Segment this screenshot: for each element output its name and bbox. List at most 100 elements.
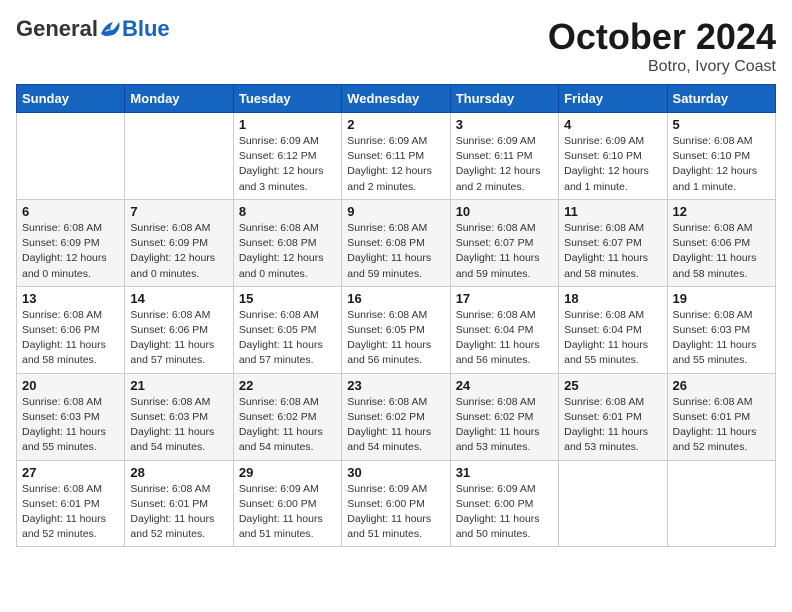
calendar-cell: 21 Sunrise: 6:08 AM Sunset: 6:03 PM Dayli…: [125, 373, 233, 460]
calendar-cell: 22 Sunrise: 6:08 AM Sunset: 6:02 PM Dayli…: [233, 373, 341, 460]
calendar-cell: 5Sunrise: 6:08 AM Sunset: 6:10 PM Daylig…: [667, 113, 775, 200]
calendar-cell: 27 Sunrise: 6:08 AM Sunset: 6:01 PM Dayli…: [17, 460, 125, 547]
calendar-cell: 4 Sunrise: 6:09 AM Sunset: 6:10 PM Daylig…: [559, 113, 667, 200]
logo: General Blue: [16, 16, 170, 42]
day-info: Sunrise: 6:08 AM Sunset: 6:02 PM Dayligh…: [239, 395, 336, 456]
day-info: Sunrise: 6:08 AM Sunset: 6:02 PM Dayligh…: [456, 395, 553, 456]
day-number: 4: [564, 117, 661, 132]
calendar-table: SundayMondayTuesdayWednesdayThursdayFrid…: [16, 84, 776, 547]
day-info: Sunrise: 6:08 AM Sunset: 6:04 PM Dayligh…: [456, 308, 553, 369]
calendar-week-row: 6 Sunrise: 6:08 AM Sunset: 6:09 PM Daylig…: [17, 199, 776, 286]
day-number: 1: [239, 117, 336, 132]
day-info: Sunrise: 6:08 AM Sunset: 6:07 PM Dayligh…: [564, 221, 661, 282]
day-number: 13: [22, 291, 119, 306]
calendar-cell: 18Sunrise: 6:08 AM Sunset: 6:04 PM Dayli…: [559, 286, 667, 373]
calendar-week-row: 20Sunrise: 6:08 AM Sunset: 6:03 PM Dayli…: [17, 373, 776, 460]
calendar-cell: 28 Sunrise: 6:08 AM Sunset: 6:01 PM Dayli…: [125, 460, 233, 547]
day-number: 12: [673, 204, 770, 219]
day-info: Sunrise: 6:09 AM Sunset: 6:00 PM Dayligh…: [456, 482, 553, 543]
calendar-cell: [125, 113, 233, 200]
day-number: 31: [456, 465, 553, 480]
calendar-cell: 9 Sunrise: 6:08 AM Sunset: 6:08 PM Daylig…: [342, 199, 450, 286]
day-number: 14: [130, 291, 227, 306]
day-number: 27: [22, 465, 119, 480]
location-subtitle: Botro, Ivory Coast: [548, 58, 776, 76]
day-info: Sunrise: 6:09 AM Sunset: 6:12 PM Dayligh…: [239, 134, 336, 195]
day-info: Sunrise: 6:08 AM Sunset: 6:09 PM Dayligh…: [22, 221, 119, 282]
day-number: 23: [347, 378, 444, 393]
calendar-cell: 31 Sunrise: 6:09 AM Sunset: 6:00 PM Dayli…: [450, 460, 558, 547]
calendar-cell: 10Sunrise: 6:08 AM Sunset: 6:07 PM Dayli…: [450, 199, 558, 286]
calendar-cell: 11Sunrise: 6:08 AM Sunset: 6:07 PM Dayli…: [559, 199, 667, 286]
title-block: October 2024 Botro, Ivory Coast: [548, 16, 776, 76]
day-number: 21: [130, 378, 227, 393]
calendar-cell: 12 Sunrise: 6:08 AM Sunset: 6:06 PM Dayli…: [667, 199, 775, 286]
day-info: Sunrise: 6:09 AM Sunset: 6:11 PM Dayligh…: [456, 134, 553, 195]
day-number: 30: [347, 465, 444, 480]
day-info: Sunrise: 6:08 AM Sunset: 6:01 PM Dayligh…: [673, 395, 770, 456]
day-info: Sunrise: 6:08 AM Sunset: 6:06 PM Dayligh…: [673, 221, 770, 282]
day-info: Sunrise: 6:08 AM Sunset: 6:03 PM Dayligh…: [22, 395, 119, 456]
calendar-cell: 19Sunrise: 6:08 AM Sunset: 6:03 PM Dayli…: [667, 286, 775, 373]
day-info: Sunrise: 6:09 AM Sunset: 6:10 PM Dayligh…: [564, 134, 661, 195]
day-number: 3: [456, 117, 553, 132]
weekday-header: Monday: [125, 85, 233, 113]
day-info: Sunrise: 6:08 AM Sunset: 6:01 PM Dayligh…: [130, 482, 227, 543]
page-header: General Blue October 2024 Botro, Ivory C…: [16, 16, 776, 76]
calendar-cell: 23Sunrise: 6:08 AM Sunset: 6:02 PM Dayli…: [342, 373, 450, 460]
day-info: Sunrise: 6:08 AM Sunset: 6:05 PM Dayligh…: [347, 308, 444, 369]
weekday-header: Thursday: [450, 85, 558, 113]
calendar-cell: 20Sunrise: 6:08 AM Sunset: 6:03 PM Dayli…: [17, 373, 125, 460]
weekday-header: Sunday: [17, 85, 125, 113]
weekday-header: Tuesday: [233, 85, 341, 113]
day-number: 26: [673, 378, 770, 393]
day-number: 5: [673, 117, 770, 132]
day-info: Sunrise: 6:09 AM Sunset: 6:11 PM Dayligh…: [347, 134, 444, 195]
day-number: 7: [130, 204, 227, 219]
calendar-cell: 30 Sunrise: 6:09 AM Sunset: 6:00 PM Dayli…: [342, 460, 450, 547]
calendar-cell: 14 Sunrise: 6:08 AM Sunset: 6:06 PM Dayli…: [125, 286, 233, 373]
day-info: Sunrise: 6:09 AM Sunset: 6:00 PM Dayligh…: [347, 482, 444, 543]
day-number: 6: [22, 204, 119, 219]
calendar-cell: 2 Sunrise: 6:09 AM Sunset: 6:11 PM Daylig…: [342, 113, 450, 200]
calendar-cell: 29 Sunrise: 6:09 AM Sunset: 6:00 PM Dayli…: [233, 460, 341, 547]
day-info: Sunrise: 6:08 AM Sunset: 6:04 PM Dayligh…: [564, 308, 661, 369]
day-info: Sunrise: 6:08 AM Sunset: 6:08 PM Dayligh…: [239, 221, 336, 282]
calendar-header-row: SundayMondayTuesdayWednesdayThursdayFrid…: [17, 85, 776, 113]
weekday-header: Friday: [559, 85, 667, 113]
day-info: Sunrise: 6:08 AM Sunset: 6:05 PM Dayligh…: [239, 308, 336, 369]
day-number: 9: [347, 204, 444, 219]
calendar-cell: 3 Sunrise: 6:09 AM Sunset: 6:11 PM Daylig…: [450, 113, 558, 200]
day-number: 29: [239, 465, 336, 480]
calendar-cell: 17Sunrise: 6:08 AM Sunset: 6:04 PM Dayli…: [450, 286, 558, 373]
weekday-header: Wednesday: [342, 85, 450, 113]
calendar-cell: 1 Sunrise: 6:09 AM Sunset: 6:12 PM Daylig…: [233, 113, 341, 200]
day-number: 25: [564, 378, 661, 393]
day-number: 19: [673, 291, 770, 306]
calendar-cell: 13 Sunrise: 6:08 AM Sunset: 6:06 PM Dayli…: [17, 286, 125, 373]
day-info: Sunrise: 6:08 AM Sunset: 6:01 PM Dayligh…: [564, 395, 661, 456]
logo-bird-icon: [99, 20, 121, 38]
day-info: Sunrise: 6:08 AM Sunset: 6:07 PM Dayligh…: [456, 221, 553, 282]
day-number: 28: [130, 465, 227, 480]
day-info: Sunrise: 6:08 AM Sunset: 6:09 PM Dayligh…: [130, 221, 227, 282]
logo-general: General: [16, 16, 98, 42]
calendar-cell: [17, 113, 125, 200]
calendar-cell: 8 Sunrise: 6:08 AM Sunset: 6:08 PM Daylig…: [233, 199, 341, 286]
calendar-cell: 15Sunrise: 6:08 AM Sunset: 6:05 PM Dayli…: [233, 286, 341, 373]
day-info: Sunrise: 6:08 AM Sunset: 6:03 PM Dayligh…: [130, 395, 227, 456]
calendar-week-row: 1 Sunrise: 6:09 AM Sunset: 6:12 PM Daylig…: [17, 113, 776, 200]
day-info: Sunrise: 6:08 AM Sunset: 6:06 PM Dayligh…: [22, 308, 119, 369]
calendar-cell: [667, 460, 775, 547]
day-number: 24: [456, 378, 553, 393]
calendar-cell: 26 Sunrise: 6:08 AM Sunset: 6:01 PM Dayli…: [667, 373, 775, 460]
day-info: Sunrise: 6:08 AM Sunset: 6:08 PM Dayligh…: [347, 221, 444, 282]
day-number: 8: [239, 204, 336, 219]
day-info: Sunrise: 6:08 AM Sunset: 6:01 PM Dayligh…: [22, 482, 119, 543]
day-info: Sunrise: 6:09 AM Sunset: 6:00 PM Dayligh…: [239, 482, 336, 543]
day-number: 22: [239, 378, 336, 393]
day-number: 16: [347, 291, 444, 306]
day-number: 2: [347, 117, 444, 132]
day-info: Sunrise: 6:08 AM Sunset: 6:06 PM Dayligh…: [130, 308, 227, 369]
calendar-cell: 24 Sunrise: 6:08 AM Sunset: 6:02 PM Dayli…: [450, 373, 558, 460]
